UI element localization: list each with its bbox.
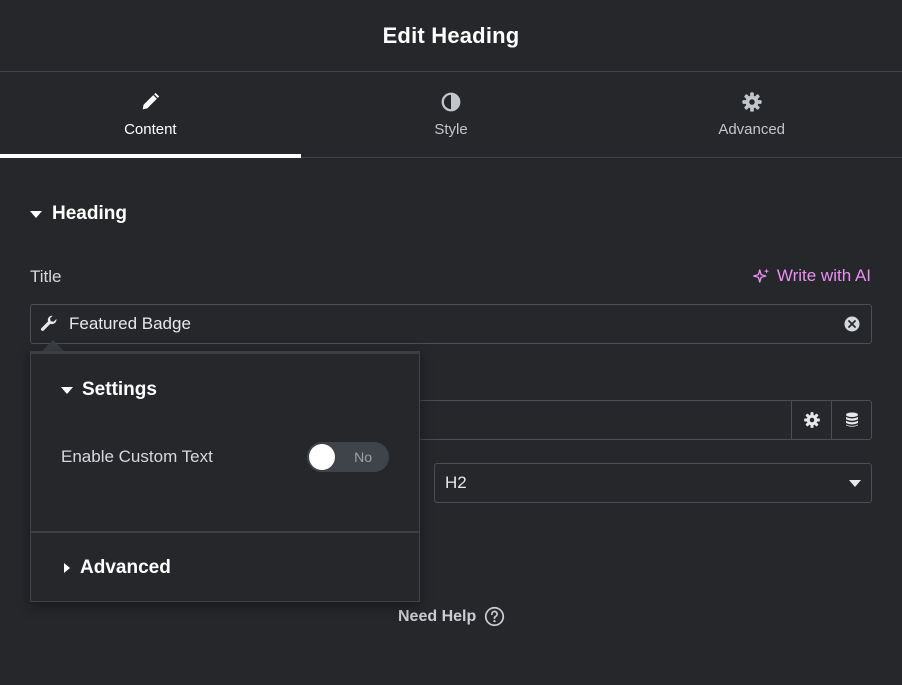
tab-label: Content xyxy=(124,121,177,138)
gear-icon xyxy=(803,412,820,428)
clear-icon[interactable] xyxy=(843,315,861,333)
panel-tabs: Content Style Advanced xyxy=(0,72,902,158)
gear-icon xyxy=(742,92,762,112)
dynamic-settings-popover: Settings Enable Custom Text No Advanced xyxy=(30,351,420,602)
popover-divider xyxy=(31,531,419,533)
custom-text-toggle[interactable]: No xyxy=(307,442,389,472)
link-input-field[interactable] xyxy=(420,401,791,439)
chevron-down-icon xyxy=(849,479,861,487)
contrast-icon xyxy=(441,92,461,112)
section-title: Heading xyxy=(52,203,127,224)
html-tag-select[interactable]: H2 xyxy=(434,463,872,503)
tab-style[interactable]: Style xyxy=(301,72,602,157)
tab-advanced[interactable]: Advanced xyxy=(601,72,902,157)
title-input-value: Featured Badge xyxy=(69,314,191,333)
caret-right-icon xyxy=(64,563,70,573)
link-settings-button[interactable] xyxy=(791,401,831,439)
toggle-text: No xyxy=(354,449,372,465)
html-tag-value: H2 xyxy=(445,473,467,492)
tab-content[interactable]: Content xyxy=(0,72,301,158)
toggle-knob xyxy=(309,444,335,470)
tab-label: Advanced xyxy=(718,121,786,138)
caret-down-icon xyxy=(30,210,42,218)
title-label: Title xyxy=(30,267,62,286)
write-with-ai-button[interactable]: Write with AI xyxy=(752,266,871,286)
custom-text-row: Enable Custom Text No xyxy=(61,441,389,473)
link-input[interactable] xyxy=(419,400,872,440)
need-help-link[interactable]: Need Help xyxy=(398,606,505,627)
caret-down-icon xyxy=(61,386,73,394)
panel-header: Edit Heading xyxy=(0,0,902,72)
popover-settings-title: Settings xyxy=(82,379,157,400)
popover-advanced-title: Advanced xyxy=(80,557,171,578)
dynamic-tags-button[interactable] xyxy=(831,401,871,439)
popover-arrow xyxy=(42,340,64,351)
popover-settings-toggle[interactable]: Settings xyxy=(61,379,157,401)
title-input[interactable]: Featured Badge xyxy=(30,304,872,344)
ai-link-label: Write with AI xyxy=(776,266,871,285)
pencil-icon xyxy=(142,92,160,110)
need-help-label: Need Help xyxy=(398,607,477,625)
popover-advanced-toggle[interactable]: Advanced xyxy=(64,557,171,579)
panel-title: Edit Heading xyxy=(382,22,520,48)
wrench-icon[interactable] xyxy=(39,314,59,334)
custom-text-label: Enable Custom Text xyxy=(61,447,213,466)
sparkle-icon xyxy=(752,268,769,283)
tab-label: Style xyxy=(434,121,468,138)
question-icon xyxy=(485,606,505,627)
database-icon xyxy=(845,412,858,427)
section-heading-toggle[interactable]: Heading xyxy=(30,203,127,225)
